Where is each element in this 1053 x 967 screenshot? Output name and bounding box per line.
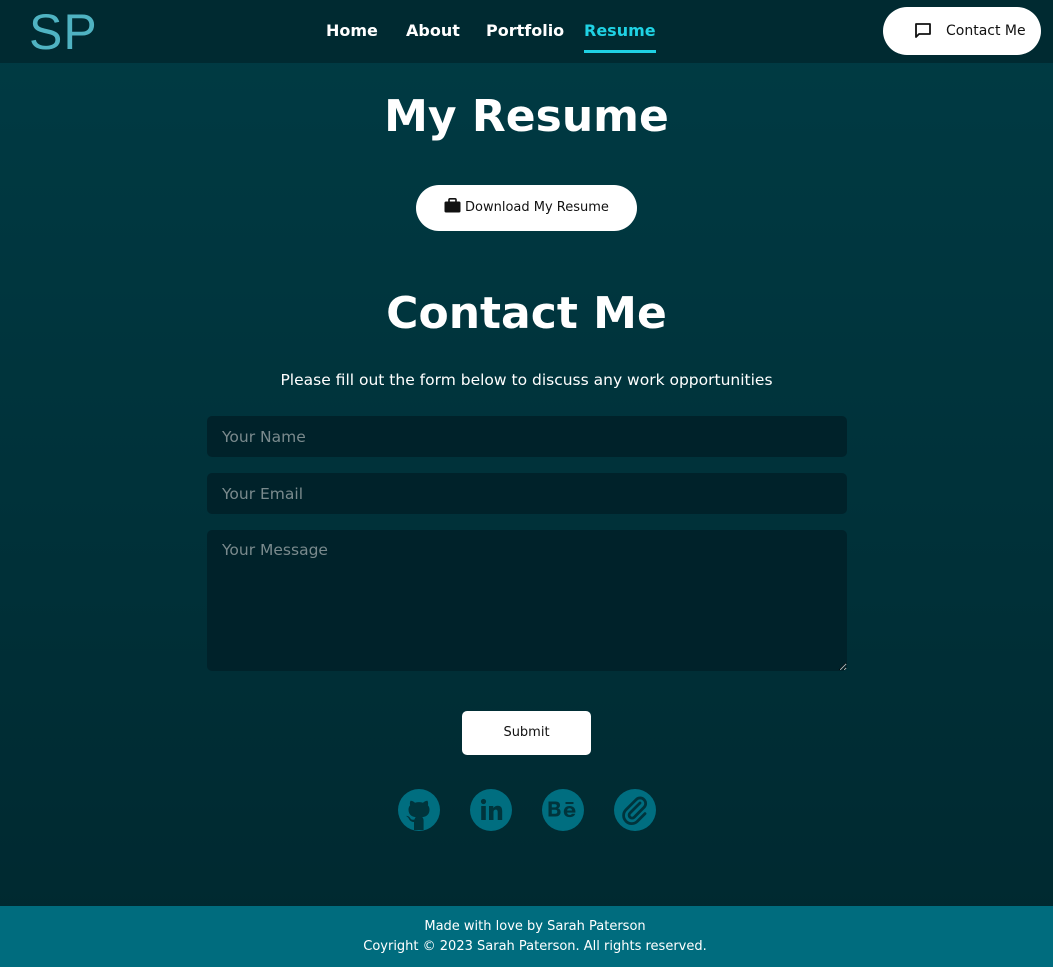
footer-credit: Made with love by Sarah Paterson [424, 919, 646, 934]
header-contact-button[interactable]: Contact Me [883, 7, 1041, 55]
site-logo[interactable]: SP [29, 4, 98, 60]
submit-button[interactable]: Submit [462, 711, 591, 755]
name-field[interactable] [207, 416, 847, 457]
email-field[interactable] [207, 473, 847, 514]
contact-title: Contact Me [386, 288, 667, 339]
github-icon[interactable] [398, 789, 440, 831]
site-header: SP Home About Portfolio Resume Contact M… [0, 0, 1053, 63]
paperclip-icon[interactable] [614, 789, 656, 831]
briefcase-icon [444, 198, 461, 213]
linkedin-icon[interactable] [470, 789, 512, 831]
nav-portfolio[interactable]: Portfolio [486, 20, 564, 42]
behance-icon[interactable] [542, 789, 584, 831]
contact-subtitle: Please fill out the form below to discus… [280, 371, 773, 389]
download-resume-label: Download My Resume [465, 200, 609, 215]
site-footer: Made with love by Sarah Paterson Coyrigh… [0, 906, 1053, 967]
active-nav-underline [584, 50, 656, 53]
message-field[interactable] [207, 530, 847, 671]
nav-about[interactable]: About [406, 20, 460, 42]
chat-bubble-icon [915, 23, 931, 38]
header-contact-label: Contact Me [946, 23, 1026, 39]
resume-title: My Resume [384, 91, 669, 142]
footer-copyright: Coyright © 2023 Sarah Paterson. All righ… [363, 939, 707, 954]
nav-home[interactable]: Home [326, 20, 378, 42]
nav-resume[interactable]: Resume [584, 20, 656, 53]
download-resume-button[interactable]: Download My Resume [416, 185, 637, 231]
nav-resume-label: Resume [584, 21, 656, 40]
